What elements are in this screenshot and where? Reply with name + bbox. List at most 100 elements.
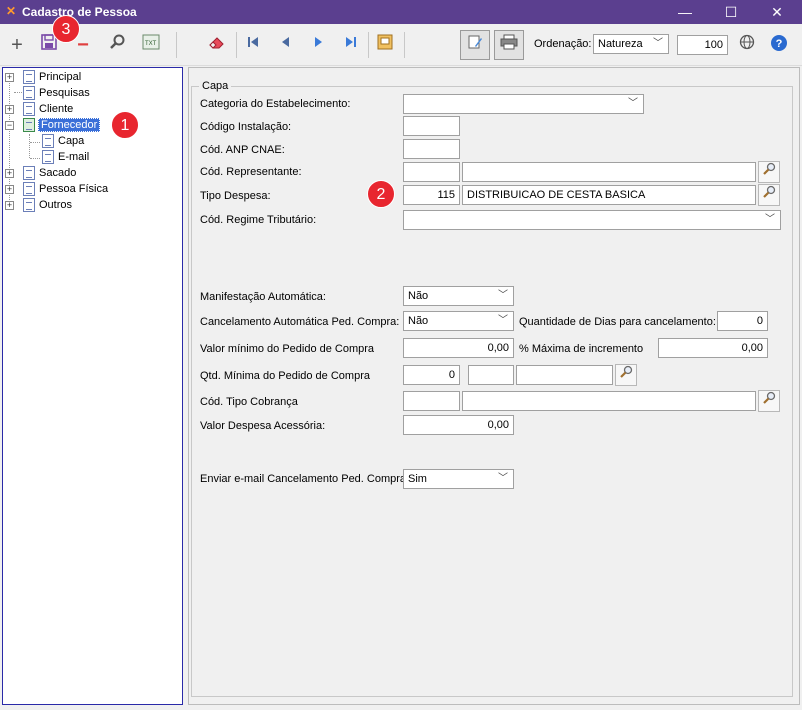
tree-item-pessoa-fisica[interactable]: Pessoa Física xyxy=(39,181,108,197)
tipo-despesa-label: Tipo Despesa: xyxy=(200,190,271,202)
document-icon xyxy=(23,182,35,196)
help-icon[interactable]: ? xyxy=(768,34,790,56)
tree-line xyxy=(29,134,30,158)
document-open-icon xyxy=(23,118,35,132)
expand-toggle-icon[interactable]: + xyxy=(5,185,14,194)
toolbar-separator xyxy=(368,32,369,58)
tree-item-capa[interactable]: Capa xyxy=(58,133,84,149)
tipo-despesa-lookup-icon[interactable] xyxy=(758,184,780,206)
edit-mode-icon[interactable] xyxy=(460,30,490,60)
expand-toggle-icon[interactable]: + xyxy=(5,105,14,114)
tree-item-cliente[interactable]: Cliente xyxy=(39,101,73,117)
tree-item-fornecedor-label: Fornecedor xyxy=(38,118,101,132)
representante-lookup-icon[interactable] xyxy=(758,161,780,183)
document-icon xyxy=(42,150,54,164)
document-icon xyxy=(23,86,35,100)
enviar-email-select[interactable]: Sim ﹀ xyxy=(403,469,514,489)
codigo-instalacao-label: Código Instalação: xyxy=(200,121,292,133)
annotation-badge-3: 3 xyxy=(52,15,80,43)
tipo-cobranca-code-input[interactable] xyxy=(403,391,460,411)
expand-toggle-icon[interactable]: + xyxy=(5,73,14,82)
add-icon[interactable]: + xyxy=(6,34,28,56)
first-record-icon[interactable] xyxy=(242,34,264,56)
tipo-despesa-name-input: DISTRIBUICAO DE CESTA BASICA xyxy=(462,185,756,205)
cancelamento-value: Não xyxy=(408,315,429,327)
tree-item-sacado[interactable]: Sacado xyxy=(39,165,76,181)
manifestacao-select[interactable]: Não ﹀ xyxy=(403,286,514,306)
ordenacao-select[interactable]: Natureza ﹀ xyxy=(593,34,669,54)
previous-record-icon[interactable] xyxy=(274,34,296,56)
cod-representante-code-input[interactable] xyxy=(403,162,460,182)
tree-item-fornecedor[interactable]: Fornecedor xyxy=(38,117,101,133)
despesa-acessoria-label: Valor Despesa Acessória: xyxy=(200,420,326,432)
despesa-acessoria-input[interactable]: 0,00 xyxy=(403,415,514,435)
document-icon xyxy=(42,134,54,148)
valor-minimo-input[interactable]: 0,00 xyxy=(403,338,514,358)
cod-anp-input[interactable] xyxy=(403,139,460,159)
svg-text:TXT: TXT xyxy=(145,41,157,47)
pct-maxima-label: % Máxima de incremento xyxy=(519,343,644,355)
qtd-minima-input[interactable]: 0 xyxy=(403,365,460,385)
manifestacao-value: Não xyxy=(408,290,429,302)
qtd-dias-input[interactable]: 0 xyxy=(717,311,768,331)
collapse-toggle-icon[interactable]: − xyxy=(5,121,14,130)
cod-representante-label: Cód. Representante: xyxy=(200,166,302,178)
export-txt-icon[interactable]: TXT xyxy=(140,34,162,56)
toolbar-separator xyxy=(404,32,405,58)
cod-representante-name-input xyxy=(462,162,756,182)
print-icon[interactable] xyxy=(494,30,524,60)
chevron-down-icon: ﹀ xyxy=(498,473,508,484)
page-size-input[interactable]: 100 xyxy=(677,35,728,55)
tipo-cobranca-name-input xyxy=(462,391,756,411)
next-record-icon[interactable] xyxy=(308,34,330,56)
cod-anp-label: Cód. ANP CNAE: xyxy=(200,144,285,156)
ordenacao-label: Ordenação: xyxy=(534,38,592,50)
title-bar: ✕ Cadastro de Pessoa — ☐ ✕ xyxy=(0,0,802,24)
tipo-despesa-code-input[interactable]: 115 xyxy=(403,185,460,205)
manifestacao-label: Manifestação Automática: xyxy=(200,291,326,303)
last-record-icon[interactable] xyxy=(340,34,362,56)
globe-icon[interactable] xyxy=(736,34,758,56)
document-icon xyxy=(23,166,35,180)
document-icon xyxy=(23,102,35,116)
qtd-minima-name-input xyxy=(516,365,613,385)
minimize-button[interactable]: — xyxy=(662,0,708,24)
tree-item-outros[interactable]: Outros xyxy=(39,197,72,213)
tree-item-principal[interactable]: Principal xyxy=(39,69,81,85)
chevron-down-icon: ﹀ xyxy=(765,214,775,225)
toolbar-separator xyxy=(176,32,177,58)
pct-maxima-input[interactable]: 0,00 xyxy=(658,338,768,358)
tipo-cobranca-lookup-icon[interactable] xyxy=(758,390,780,412)
toolbar: + − TXT Ordenação: Natureza ﹀ 100 ? xyxy=(0,24,802,66)
enviar-email-label: Enviar e-mail Cancelamento Ped. Compra: xyxy=(200,473,410,485)
tree-item-pesquisas[interactable]: Pesquisas xyxy=(39,85,90,101)
report-icon[interactable] xyxy=(374,34,396,56)
categoria-select[interactable]: ﹀ xyxy=(403,94,644,114)
annotation-badge-1: 1 xyxy=(111,111,139,139)
cancelamento-label: Cancelamento Automática Ped. Compra: xyxy=(200,316,400,328)
ordenacao-value: Natureza xyxy=(598,38,643,50)
expand-toggle-icon[interactable]: + xyxy=(5,201,14,210)
svg-text:?: ? xyxy=(776,38,783,50)
chevron-down-icon: ﹀ xyxy=(498,315,508,326)
document-icon xyxy=(23,198,35,212)
tree-item-email[interactable]: E-mail xyxy=(58,149,89,165)
tipo-cobranca-label: Cód. Tipo Cobrança xyxy=(200,396,298,408)
regime-label: Cód. Regime Tributário: xyxy=(200,214,317,226)
expand-toggle-icon[interactable]: + xyxy=(5,169,14,178)
tree-line xyxy=(14,92,22,93)
eraser-icon[interactable] xyxy=(206,34,228,56)
qtd-minima-lookup-icon[interactable] xyxy=(615,364,637,386)
close-button[interactable]: ✕ xyxy=(754,0,800,24)
chevron-down-icon: ﹀ xyxy=(628,98,638,109)
window-title: Cadastro de Pessoa xyxy=(22,5,137,19)
document-icon xyxy=(23,70,35,84)
search-icon[interactable] xyxy=(106,34,128,56)
maximize-button[interactable]: ☐ xyxy=(708,0,754,24)
regime-select[interactable]: ﹀ xyxy=(403,210,781,230)
valor-minimo-label: Valor mínimo do Pedido de Compra xyxy=(200,343,375,355)
codigo-instalacao-input[interactable] xyxy=(403,116,460,136)
cancelamento-select[interactable]: Não ﹀ xyxy=(403,311,514,331)
qtd-minima-code-input[interactable] xyxy=(468,365,514,385)
chevron-down-icon: ﹀ xyxy=(653,38,663,49)
